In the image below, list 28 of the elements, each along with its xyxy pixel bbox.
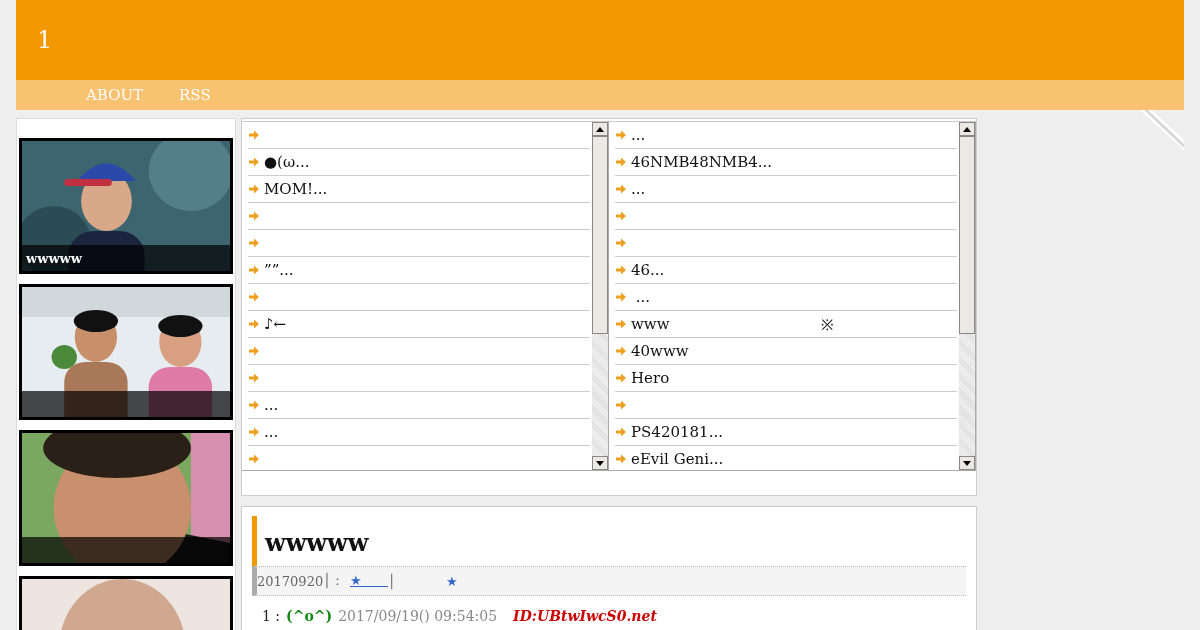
feed-link[interactable]: ... — [248, 419, 590, 446]
category-link[interactable]: ★ — [350, 572, 388, 590]
meta-separator: │： — [323, 572, 344, 590]
feed-link[interactable]: ””... — [248, 257, 590, 284]
comment-number: 1 : — [262, 608, 281, 624]
feed-link[interactable]: www ※ — [615, 311, 957, 338]
meta-separator: │ — [388, 573, 396, 589]
article-thumbnail[interactable]: wwwww — [19, 138, 233, 274]
comment-id: ID:UBtwIwcS0.net — [513, 608, 657, 624]
post-date: 20170920 — [257, 573, 324, 589]
feed-link[interactable]: ... — [615, 176, 957, 203]
feed-link[interactable]: MOM!... — [248, 176, 590, 203]
comment-date: 2017/09/19() 09:54:05 — [338, 608, 498, 624]
feed-link[interactable]: eEvil Geni... — [615, 446, 957, 470]
feed-link[interactable]: ... — [615, 122, 957, 149]
feed-link[interactable]: 46NMB48NMB4... — [615, 149, 957, 176]
thumbnail-caption: wwwww — [25, 249, 82, 268]
feed-link[interactable]: ... — [615, 284, 957, 311]
feed-link[interactable]: Hero — [615, 365, 957, 392]
comment-name: (^o^) — [286, 608, 333, 624]
feed-link[interactable]: 40www — [615, 338, 957, 365]
feed-link[interactable]: ●(ω... — [248, 149, 590, 176]
note-mark: ※ — [821, 315, 834, 334]
feed-link[interactable]: ♪← — [248, 311, 590, 338]
feed-link[interactable]: 46... — [615, 257, 957, 284]
feed-link[interactable]: PS420181... — [615, 419, 957, 446]
star-mark: ★ — [445, 573, 458, 589]
feed-link[interactable]: ... — [248, 392, 590, 419]
